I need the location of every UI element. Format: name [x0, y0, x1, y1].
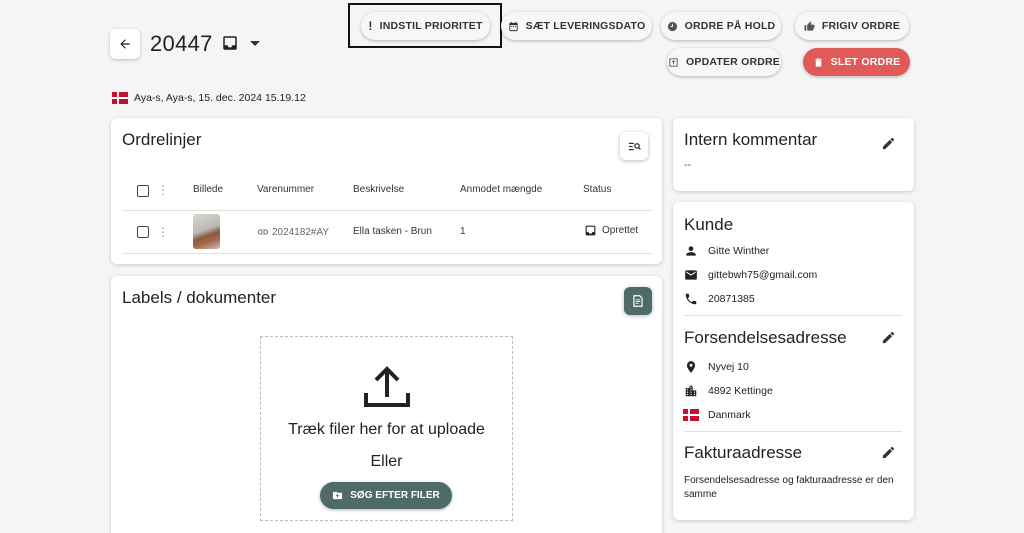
column-header-sku[interactable]: Varenummer: [257, 184, 314, 195]
trash-icon: [814, 57, 822, 67]
dropzone-or-text: Eller: [370, 453, 403, 470]
calendar-icon: [509, 21, 518, 31]
person-icon: [686, 246, 696, 256]
shipping-country-row: Danmark: [683, 408, 751, 422]
row-divider: [122, 253, 652, 254]
dropzone-text: Træk filer her for at uploade: [288, 421, 485, 438]
edit-icon[interactable]: [881, 330, 896, 345]
billing-title: Fakturaadresse: [684, 443, 803, 462]
internal-comment-value: --: [684, 159, 691, 171]
folder-upload-icon: [333, 491, 343, 500]
shipping-title: Forsendelsesadresse: [684, 328, 847, 347]
hold-order-button[interactable]: ORDRE PÅ HOLD: [661, 12, 781, 40]
status-badge: Oprettet: [584, 224, 638, 237]
link-icon: [258, 229, 268, 235]
header-divider: [122, 210, 652, 211]
select-all-checkbox[interactable]: [137, 185, 149, 197]
column-header-description[interactable]: Beskrivelse: [353, 184, 404, 195]
thumbs-up-icon: [804, 20, 815, 31]
chevron-down-icon[interactable]: [250, 40, 260, 48]
search-files-button[interactable]: SØG EFTER FILER: [320, 482, 452, 509]
column-header-image[interactable]: Billede: [193, 184, 223, 195]
upload-icon: [364, 366, 410, 407]
inbox-icon: [223, 36, 237, 50]
city-icon: [685, 385, 697, 397]
release-order-button[interactable]: FRIGIV ORDRE: [795, 12, 909, 40]
sku-link[interactable]: 2024182#AY: [257, 226, 329, 238]
set-priority-button[interactable]: ! INDSTIL PRIORITET: [361, 12, 490, 40]
row-checkbox[interactable]: [137, 226, 149, 238]
document-icon: [633, 295, 643, 307]
billing-note: Forsendelsesadresse og fakturaadresse er…: [684, 475, 894, 500]
row-description: Ella tasken - Brun: [353, 226, 432, 237]
denmark-flag-icon: [683, 409, 699, 421]
documents-button[interactable]: [624, 287, 652, 315]
update-icon: [669, 57, 678, 67]
product-thumbnail: [193, 214, 220, 249]
shipping-street-row: Nyvej 10: [684, 360, 749, 374]
set-delivery-date-button[interactable]: SÆT LEVERINGSDATO: [501, 12, 652, 40]
section-divider: [684, 431, 902, 432]
more-vert-icon[interactable]: ⋮: [157, 226, 169, 238]
row-quantity: 1: [460, 226, 466, 237]
shipping-city-row: 4892 Kettinge: [684, 384, 773, 398]
order-meta: Aya-s, Aya-s, 15. dec. 2024 15.19.12: [112, 92, 306, 104]
inbox-icon: [585, 225, 596, 236]
edit-icon[interactable]: [881, 136, 896, 151]
arrow-left-icon: [120, 39, 130, 49]
customer-phone-row: 20871385: [684, 292, 755, 306]
customer-email-row: gittebwh75@gmail.com: [684, 268, 817, 282]
order-number: 20447: [150, 31, 213, 56]
mail-icon: [685, 270, 697, 280]
filter-list-icon: [628, 142, 641, 150]
update-order-button[interactable]: OPDATER ORDRE: [667, 48, 781, 76]
column-header-status[interactable]: Status: [583, 184, 611, 195]
customer-name-row: Gitte Winther: [684, 244, 769, 258]
delete-order-button[interactable]: SLET ORDRE: [803, 48, 910, 76]
column-filter-button[interactable]: [620, 132, 648, 160]
location-pin-icon: [686, 361, 696, 373]
denmark-flag-icon: [112, 92, 128, 104]
clock-icon: [667, 21, 677, 31]
internal-comment-card: [673, 118, 914, 191]
internal-comment-title: Intern kommentar: [684, 130, 818, 149]
exclamation-icon: !: [368, 19, 373, 33]
labels-title: Labels / dokumenter: [122, 288, 277, 307]
customer-title: Kunde: [684, 215, 734, 234]
column-header-quantity[interactable]: Anmodet mængde: [460, 184, 542, 195]
section-divider: [684, 315, 902, 316]
back-button[interactable]: [110, 29, 140, 59]
more-vert-icon[interactable]: ⋮: [157, 184, 169, 196]
order-lines-title: Ordrelinjer: [122, 130, 202, 149]
phone-icon: [685, 293, 697, 305]
edit-icon[interactable]: [881, 445, 896, 460]
